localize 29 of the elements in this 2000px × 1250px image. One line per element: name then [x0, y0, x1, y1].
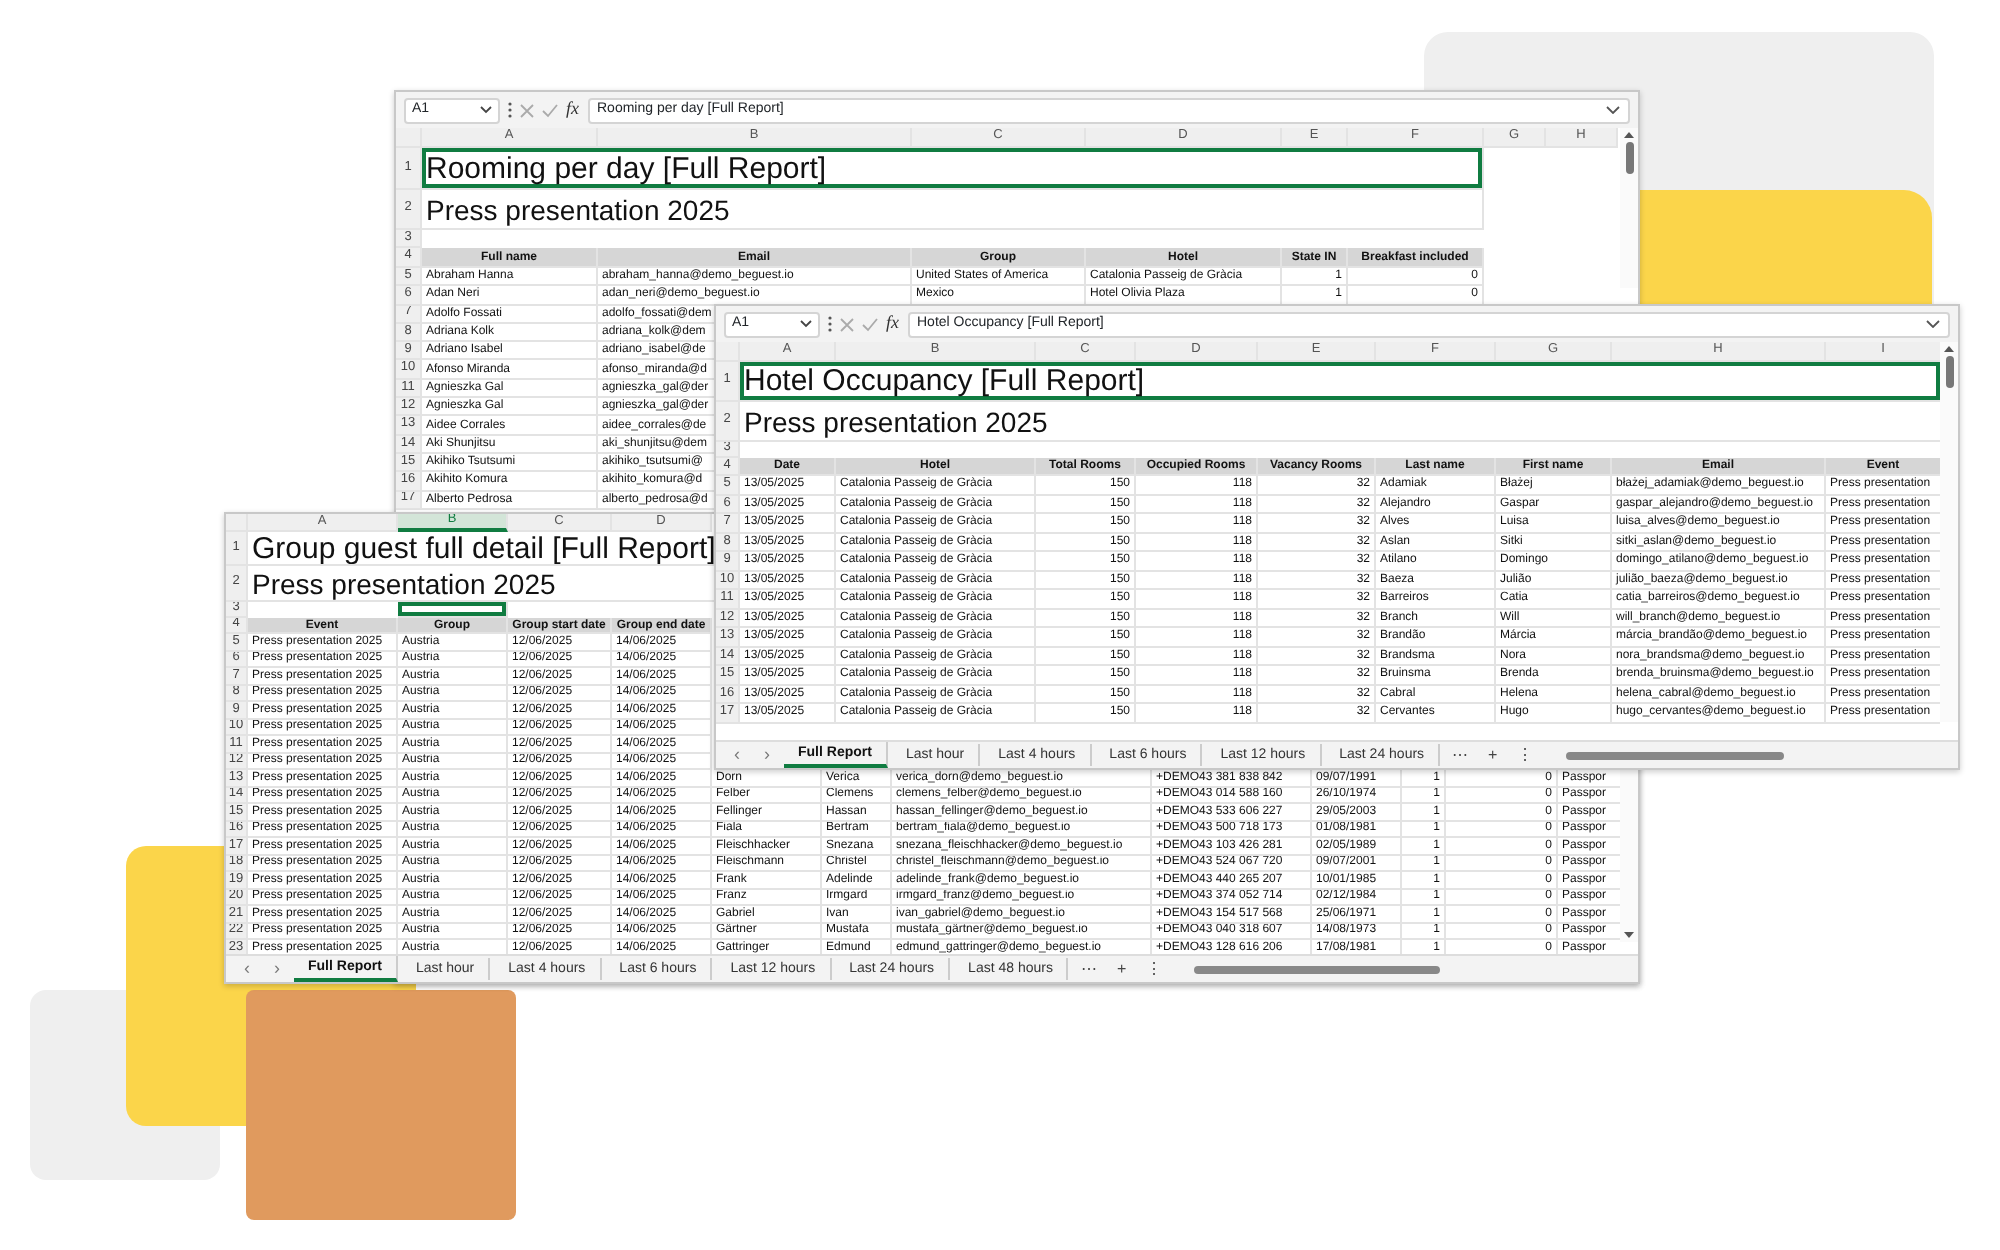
tab-tool-button[interactable]: ⋯	[1444, 743, 1477, 767]
close-icon[interactable]	[520, 103, 534, 117]
chevron-icon[interactable]	[1926, 320, 1940, 328]
tab-scroll-button[interactable]: ‹	[724, 741, 750, 768]
chevron-icon[interactable]	[1606, 106, 1620, 114]
sheet-subtitle: Press presentation 2025	[422, 190, 1484, 230]
tab-scroll-button[interactable]: ‹	[234, 955, 260, 982]
tab-tool-button[interactable]: ⋯	[1072, 957, 1105, 981]
close-icon[interactable]	[840, 317, 854, 331]
vertical-scrollbar[interactable]	[1940, 342, 1958, 722]
tab-tool-button[interactable]: ⋮	[1509, 743, 1542, 767]
caret-icon	[800, 320, 812, 328]
selected-cell[interactable]	[398, 602, 508, 618]
check-icon[interactable]	[862, 317, 878, 331]
function-button[interactable]: fx	[566, 96, 579, 124]
up-arrow-icon	[1624, 132, 1634, 138]
tab-tool-button[interactable]: +	[1108, 957, 1135, 981]
down-arrow-icon	[1624, 932, 1634, 938]
sheet-subtitle: Press presentation 2025	[740, 402, 1940, 442]
tab-tool-button[interactable]: +	[1480, 743, 1506, 767]
sheet-title: Hotel Occupancy [Full Report]	[740, 362, 1940, 402]
tab-scroll-button[interactable]: ›	[264, 955, 290, 982]
caret-icon	[480, 106, 492, 114]
tab-scroll-button[interactable]: ›	[754, 741, 780, 768]
up-arrow-icon	[1944, 346, 1954, 352]
tab-tool-button[interactable]: ⋮	[1138, 957, 1171, 981]
check-icon[interactable]	[542, 103, 558, 117]
sheet-title: Rooming per day [Full Report]	[422, 148, 1484, 190]
vertical-scrollbar[interactable]	[1620, 128, 1638, 288]
